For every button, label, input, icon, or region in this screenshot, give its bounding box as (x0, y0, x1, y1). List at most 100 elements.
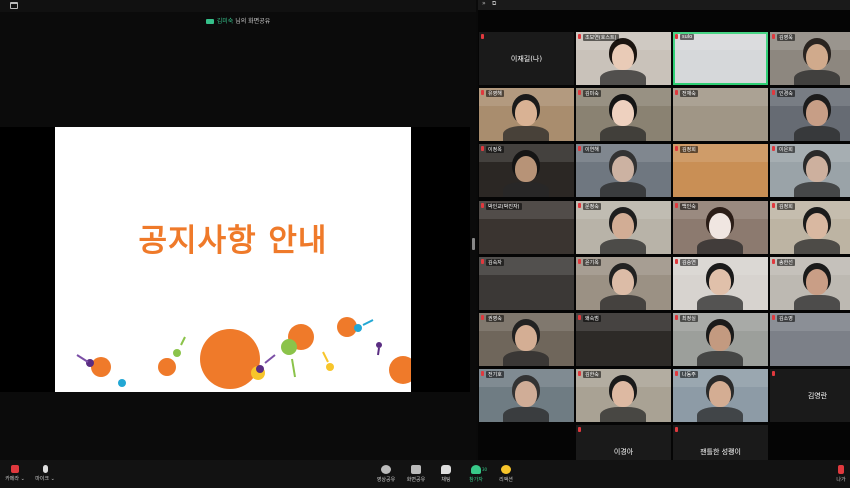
popout-icon[interactable]: ⧉ (492, 0, 496, 8)
participant-face (806, 156, 828, 183)
participant-body (503, 351, 549, 366)
participant-tile[interactable]: 김영욱 (770, 32, 850, 85)
left-topbar (0, 0, 476, 12)
participant-tile[interactable]: 김승연 (673, 256, 768, 310)
participant-face (515, 156, 537, 183)
participant-name: 인경숙 (777, 90, 795, 98)
participant-tile[interactable]: 이정옥 (479, 144, 574, 198)
participant-tile[interactable]: 유영해 (479, 88, 574, 142)
video-share-label: 영상공유 (376, 477, 396, 483)
mic-muted-icon (772, 371, 775, 377)
slide-decoration (76, 317, 411, 389)
participant-name: 나동주 (680, 371, 698, 379)
participant-name: 박인교(박진자) (486, 202, 522, 210)
participant-body (600, 182, 646, 198)
mic-label: 마이크 ⌄ (35, 476, 55, 482)
chat-icon (441, 465, 451, 474)
participant-tile[interactable]: 인경숙 (770, 88, 850, 142)
mic-muted-icon (481, 34, 484, 39)
mic-muted-icon (578, 427, 581, 433)
participant-name: 김정희 (777, 202, 795, 210)
participant-body (600, 238, 646, 254)
presenter-name: 김미숙 (216, 18, 234, 25)
participant-body (600, 70, 646, 85)
participant-tile[interactable]: sulo (673, 32, 768, 85)
mic-muted-icon (772, 258, 775, 264)
mic-muted-icon (675, 315, 678, 320)
participant-tile[interactable]: 나동주 (673, 369, 768, 423)
camera-button[interactable]: 카메라 ⌄ (2, 463, 28, 487)
mic-muted-icon (481, 146, 484, 152)
participant-tile[interactable]: 권영숙 (479, 313, 574, 366)
window-icon[interactable] (10, 2, 18, 9)
meeting-app: 김미숙 님의 화면공유 공지사항 안내 » ⧉ 이재길(나) 조보연(호스트) … (0, 0, 850, 488)
participants-count: 30 (482, 467, 488, 472)
participant-name: 전기호 (486, 371, 504, 379)
participant-body (794, 294, 840, 310)
presentation-slide: 공지사항 안내 (55, 127, 411, 392)
participant-body (794, 70, 840, 85)
participant-tile[interactable]: 김미숙 (576, 88, 671, 142)
participant-face (709, 268, 731, 295)
participant-face (612, 381, 634, 408)
participant-tile[interactable]: 김정희 (673, 144, 768, 198)
participant-tile[interactable]: 김정희 (770, 200, 850, 254)
reaction-button[interactable]: 리액션 (493, 463, 519, 487)
participant-name: 권영숙 (486, 315, 504, 322)
video-share-button[interactable]: 영상공유 (373, 463, 399, 487)
participant-name: 송한선 (777, 258, 795, 266)
participant-tile[interactable]: 전기호 (479, 369, 574, 423)
mic-muted-icon (772, 146, 775, 152)
participant-tile[interactable]: 이재길(나) (479, 32, 574, 85)
shared-screen-pane: 김미숙 님의 화면공유 공지사항 안내 (0, 0, 476, 460)
participant-name: 김승연 (680, 258, 698, 266)
participants-button[interactable]: 30 참가자 (463, 463, 489, 487)
mic-muted-icon (578, 146, 581, 152)
participant-tile[interactable]: 김숙자 (479, 256, 574, 310)
participant-face (612, 156, 634, 183)
participant-tile[interactable]: 윤기옥 (576, 256, 671, 310)
mic-muted-icon (481, 202, 484, 208)
participant-tile[interactable]: 최정실 (673, 313, 768, 366)
mic-muted-icon (675, 90, 678, 96)
participant-tile[interactable]: 전재숙 (673, 88, 768, 142)
mic-muted-icon (481, 90, 484, 96)
participant-tile[interactable]: 이연해 (576, 144, 671, 198)
leave-icon (838, 465, 844, 474)
participant-name: 백인숙 (680, 202, 698, 210)
participant-tile[interactable]: 이은희 (770, 144, 850, 198)
participant-tile[interactable]: 김소영 (770, 313, 850, 366)
participant-face (709, 381, 731, 408)
participant-face (612, 268, 634, 295)
collapse-icon[interactable]: » (482, 0, 486, 7)
participant-tile[interactable]: 박인교(박진자) (479, 200, 574, 254)
mic-muted-icon (772, 202, 775, 208)
participant-face (709, 212, 731, 239)
participant-tile[interactable]: 문정숙 (576, 200, 671, 254)
chat-button[interactable]: 채팅 (433, 463, 459, 487)
participant-name: 김미숙 (583, 90, 601, 98)
screen-share-indicator-icon (205, 19, 214, 24)
screen-share-button[interactable]: 화면공유 (403, 463, 429, 487)
participant-face (806, 44, 828, 70)
split-resize-handle[interactable] (472, 238, 475, 250)
mic-button[interactable]: 마이크 ⌄ (32, 463, 58, 487)
participant-name: 이경아 (613, 448, 634, 457)
participant-tile[interactable]: 김영란 (770, 369, 850, 423)
participant-name: 김영욱 (777, 34, 795, 41)
screen-share-icon (411, 465, 421, 474)
share-banner-suffix: 님의 화면공유 (235, 18, 271, 25)
participant-face (806, 268, 828, 295)
leave-button[interactable]: 나가 (832, 463, 850, 487)
participant-tile[interactable]: 송한선 (770, 256, 850, 310)
participant-tile[interactable]: 조보연(호스트) (576, 32, 671, 85)
participant-tile[interactable]: 김한숙 (576, 369, 671, 423)
participant-body (794, 182, 840, 198)
participant-tile[interactable]: 왜숙범 (576, 313, 671, 366)
mic-muted-icon (772, 34, 775, 39)
participant-tile[interactable]: 백인숙 (673, 200, 768, 254)
participant-face (806, 100, 828, 127)
camera-off-icon (11, 465, 19, 473)
participant-body (503, 407, 549, 423)
participant-name: 이재길(나) (510, 55, 543, 63)
